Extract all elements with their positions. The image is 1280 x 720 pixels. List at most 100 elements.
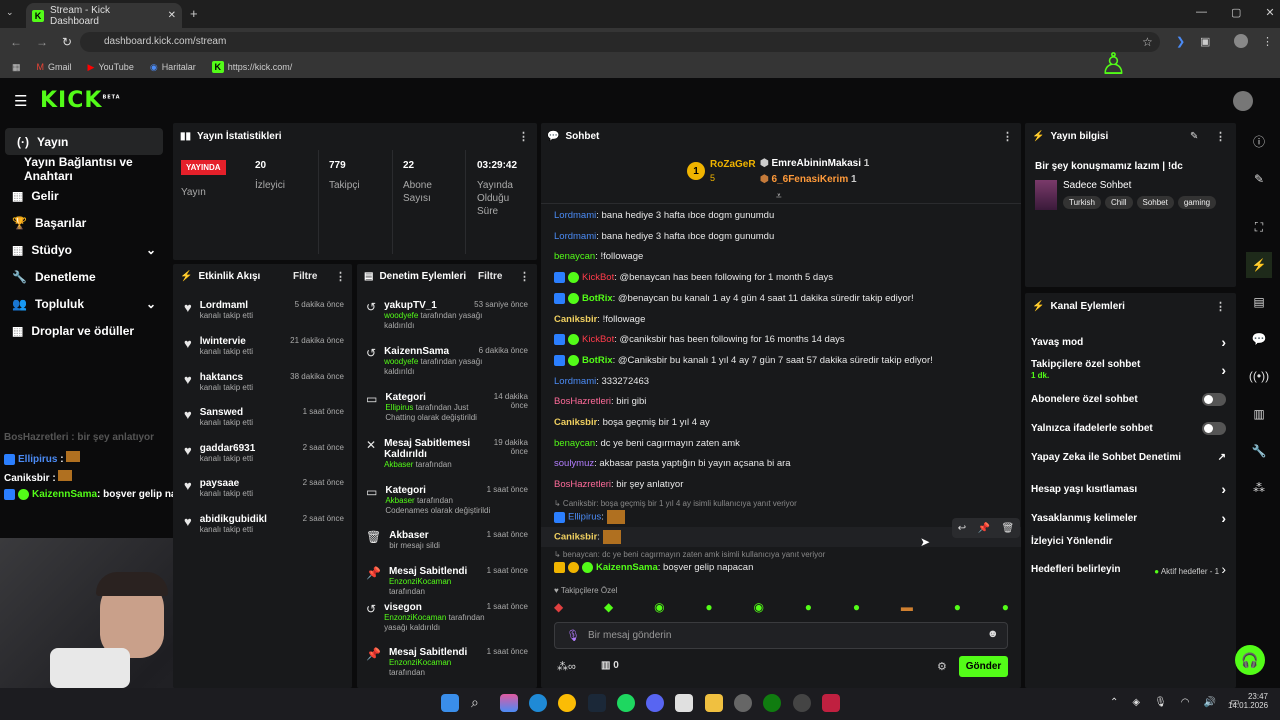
- copilot-icon[interactable]: [500, 694, 518, 712]
- profile-avatar[interactable]: [1234, 34, 1248, 48]
- reply-icon[interactable]: ↩: [958, 523, 966, 534]
- followers-only-row[interactable]: Takipçilere özel sohbet 1 dk. ›: [1031, 359, 1226, 381]
- sidebar-item-yayin[interactable]: (·) Yayın: [5, 128, 163, 155]
- ai-moderation-row[interactable]: Yapay Zeka ile Sohbet Denetimi ↗: [1031, 452, 1226, 463]
- tag[interactable]: Sohbet: [1136, 196, 1174, 209]
- close-tab-icon[interactable]: ✕: [168, 10, 176, 21]
- events-filter-button[interactable]: Filtre: [293, 271, 317, 282]
- chat-settings-icon[interactable]: ⚙: [937, 660, 947, 673]
- points-icon[interactable]: ⁂: [1246, 475, 1272, 501]
- tag[interactable]: Chill: [1104, 196, 1133, 209]
- notes-icon[interactable]: ▤: [1246, 289, 1272, 315]
- bookmark-kick[interactable]: Khttps://kick.com/: [211, 61, 292, 73]
- broadcast-icon[interactable]: ((•)): [1246, 363, 1272, 389]
- forward-icon[interactable]: →: [36, 35, 48, 49]
- quick-action-icon[interactable]: ⚡: [1246, 252, 1272, 278]
- goals-row[interactable]: Hedefleri belirleyin ● Aktif hedefler - 1…: [1031, 561, 1226, 577]
- bookmark-maps[interactable]: ◉ Haritalar: [150, 62, 196, 73]
- extensions-puzzle-icon[interactable]: ▣: [1200, 35, 1210, 48]
- tag[interactable]: Turkish: [1063, 196, 1101, 209]
- file-explorer-icon[interactable]: [705, 694, 723, 712]
- tag[interactable]: gaming: [1177, 196, 1217, 209]
- sidebar-item-topluluk[interactable]: 👥 Topluluk ⌄: [0, 290, 168, 317]
- sidebar-item-studyo[interactable]: ▦ Stüdyo ⌄: [0, 236, 168, 263]
- sidebar-item-denetleme[interactable]: 🔧 Denetleme: [0, 263, 168, 290]
- points-icon[interactable]: ⁂∞: [557, 660, 576, 673]
- mic-icon[interactable]: 🎙: [566, 629, 580, 642]
- emotes-only-toggle[interactable]: [1202, 422, 1226, 435]
- obs-icon[interactable]: [793, 694, 811, 712]
- spotify-icon[interactable]: [617, 694, 635, 712]
- settings-icon[interactable]: [734, 694, 752, 712]
- tray-expand-icon[interactable]: ⌃: [1110, 697, 1118, 708]
- channel-menu-icon[interactable]: ⋮: [1215, 300, 1226, 313]
- app-icon[interactable]: [675, 694, 693, 712]
- chrome-icon[interactable]: [558, 694, 576, 712]
- support-headset-icon[interactable]: 🎧: [1235, 645, 1265, 675]
- edit-icon[interactable]: ✎: [1190, 131, 1198, 142]
- windows-start-icon[interactable]: [441, 694, 459, 712]
- slow-mode-row[interactable]: Yavaş mod ›: [1031, 334, 1226, 350]
- category-name[interactable]: Sadece Sohbet: [1063, 180, 1131, 191]
- bookmark-youtube[interactable]: ▶ YouTube: [88, 62, 134, 73]
- stats-menu-icon[interactable]: ⋮: [518, 130, 529, 143]
- url-field[interactable]: dashboard.kick.com/stream: [80, 32, 1160, 52]
- minimize-icon[interactable]: —: [1196, 6, 1207, 19]
- chat-menu-icon[interactable]: ⋮: [1002, 130, 1013, 143]
- emote-icon[interactable]: ◉: [753, 600, 763, 614]
- bookmark-star-icon[interactable]: ☆: [1142, 35, 1153, 49]
- wifi-icon[interactable]: ◠: [1181, 697, 1190, 708]
- pin-icon[interactable]: 📌: [978, 523, 990, 534]
- send-button[interactable]: Gönder: [959, 656, 1008, 677]
- steam-icon[interactable]: [588, 694, 606, 712]
- tab-list-icon[interactable]: ⌄: [6, 7, 14, 18]
- events-menu-icon[interactable]: ⋮: [335, 270, 346, 283]
- sidebar-item-basarilar[interactable]: 🏆 Başarılar: [0, 209, 168, 236]
- emote-icon[interactable]: ◆: [554, 600, 563, 614]
- search-icon[interactable]: ⌕: [471, 694, 489, 712]
- chat-input-placeholder[interactable]: Bir mesaj gönderin: [588, 630, 671, 641]
- info-icon[interactable]: ⓘ: [1246, 128, 1272, 154]
- raid-row[interactable]: İzleyici Yönlendir: [1031, 536, 1226, 547]
- wrench-icon[interactable]: 🔧: [1246, 438, 1272, 464]
- edge-icon[interactable]: [529, 694, 547, 712]
- emote-icon[interactable]: ◆: [604, 600, 613, 614]
- emoji-icon[interactable]: ☻: [987, 628, 999, 640]
- close-window-icon[interactable]: ✕: [1265, 6, 1274, 19]
- emote-icon[interactable]: ●: [705, 600, 712, 614]
- clock[interactable]: 23:47 14.01.2026: [1228, 692, 1268, 710]
- volume-icon[interactable]: 🔊: [1204, 697, 1216, 708]
- moderation-filter-button[interactable]: Filtre: [478, 271, 502, 282]
- emote-icon[interactable]: ▬: [901, 600, 913, 614]
- moderation-menu-icon[interactable]: ⋮: [519, 270, 530, 283]
- edit-icon[interactable]: ✎: [1246, 166, 1272, 192]
- banned-words-row[interactable]: Yasaklanmış kelimeler ›: [1031, 510, 1226, 526]
- account-age-row[interactable]: Hesap yaşı kısıtlaması ›: [1031, 481, 1226, 497]
- fullscreen-icon[interactable]: ⛶: [1246, 214, 1272, 240]
- info-menu-icon[interactable]: ⋮: [1215, 130, 1226, 143]
- sidebar-item-gelir[interactable]: ▦ Gelir: [0, 182, 168, 209]
- emote-icon[interactable]: ●: [1002, 600, 1009, 614]
- discord-icon[interactable]: [646, 694, 664, 712]
- bookmark-gmail[interactable]: M Gmail: [37, 62, 72, 72]
- subscribers-only-toggle[interactable]: [1202, 393, 1226, 406]
- xbox-icon[interactable]: [763, 694, 781, 712]
- mic-icon[interactable]: 🎙: [1154, 697, 1167, 708]
- browser-tab[interactable]: K Stream - Kick Dashboard ✕: [26, 3, 182, 28]
- emote-icon[interactable]: ●: [805, 600, 812, 614]
- tray-app-icon[interactable]: ◈: [1132, 697, 1140, 708]
- trash-icon[interactable]: 🗑: [1002, 523, 1015, 534]
- emote-icon[interactable]: ●: [853, 600, 860, 614]
- maximize-icon[interactable]: ▢: [1231, 6, 1241, 19]
- store-icon[interactable]: ▥: [1246, 401, 1272, 427]
- kick-logo[interactable]: KICKBETA: [40, 88, 121, 113]
- reload-icon[interactable]: ↻: [62, 35, 72, 49]
- chat-icon[interactable]: 💬: [1246, 326, 1272, 352]
- apps-grid-icon[interactable]: ▦: [12, 62, 21, 73]
- sidebar-item-stream-key[interactable]: Yayın Bağlantısı ve Anahtarı: [0, 155, 168, 183]
- back-icon[interactable]: ←: [10, 35, 22, 49]
- emote-icon[interactable]: ●: [954, 600, 961, 614]
- app-icon[interactable]: [822, 694, 840, 712]
- hamburger-menu-icon[interactable]: ☰: [14, 92, 27, 110]
- extension-icon[interactable]: ❯: [1176, 35, 1185, 48]
